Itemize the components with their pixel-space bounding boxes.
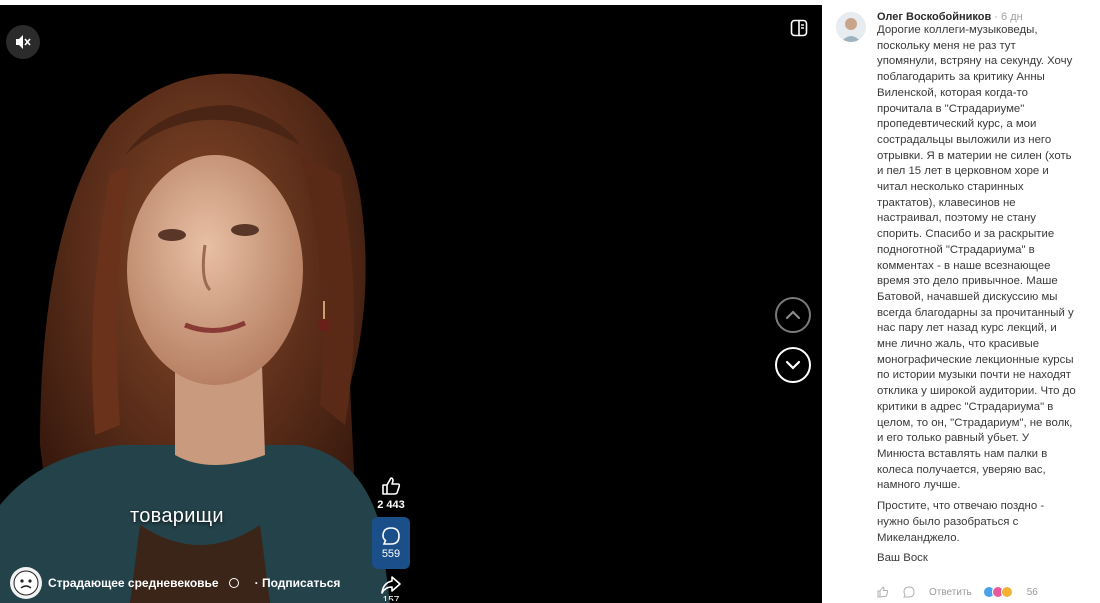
thumbs-up-icon xyxy=(382,477,401,495)
video-frame xyxy=(0,5,822,603)
layout-toggle-button[interactable] xyxy=(788,17,810,39)
comment-header: Олег Воскобойников · 6 дн xyxy=(877,11,1023,23)
next-video-button[interactable] xyxy=(775,347,811,383)
video-actions: 2 443 559 157 xyxy=(371,475,411,601)
channel-name[interactable]: Страдающее средневековье xyxy=(48,576,219,590)
likes-count: 2 443 xyxy=(377,499,405,511)
comment-signature: Ваш Воск xyxy=(877,552,928,565)
reactions-count: 56 xyxy=(1026,586,1038,598)
comment-footer: Ответить 56 xyxy=(877,586,1038,598)
mute-button[interactable] xyxy=(6,25,40,59)
avatar[interactable] xyxy=(836,12,866,42)
comment-author[interactable]: Олег Воскобойников xyxy=(877,11,991,23)
channel-avatar[interactable] xyxy=(10,567,42,599)
reply-link[interactable]: Ответить xyxy=(929,587,972,598)
comments-panel: Олег Воскобойников · 6 дн Дорогие коллег… xyxy=(822,0,1100,603)
chevron-up-icon xyxy=(785,310,801,320)
comment-paragraph: Простите, что отвечаю поздно - нужно был… xyxy=(877,500,1045,544)
shares-count: 157 xyxy=(382,595,400,601)
like-button[interactable]: 2 443 xyxy=(377,475,405,511)
share-arrow-icon xyxy=(381,576,401,594)
speech-bubble-icon xyxy=(382,527,400,545)
video-subtitle: товарищи xyxy=(130,505,224,527)
subscribe-button[interactable]: · Подписаться xyxy=(255,576,341,590)
video-player[interactable]: товарищи Страдающее средневековье · Подп… xyxy=(0,5,822,603)
channel-info: Страдающее средневековье · Подписаться xyxy=(10,567,340,599)
comment-time: · 6 дн xyxy=(991,11,1023,23)
reply-bubble-icon[interactable] xyxy=(903,586,915,598)
reactions-stack[interactable] xyxy=(982,586,1013,598)
channel-logo-icon xyxy=(13,570,39,596)
user-avatar-icon xyxy=(836,12,866,42)
panel-toggle-icon xyxy=(790,19,808,37)
app-root: товарищи Страдающее средневековье · Подп… xyxy=(0,0,1100,603)
like-outline-icon[interactable] xyxy=(877,586,889,598)
comments-count: 559 xyxy=(381,548,401,560)
comment-paragraph: Дорогие коллеги-музыковеды, поскольку ме… xyxy=(877,24,1076,492)
chevron-down-icon xyxy=(785,360,801,370)
comments-button[interactable]: 559 xyxy=(372,517,410,569)
speaker-muted-icon xyxy=(16,35,31,49)
previous-video-button[interactable] xyxy=(775,297,811,333)
share-button[interactable]: 157 xyxy=(380,575,402,601)
comment-body: Дорогие коллеги-музыковеды, поскольку ме… xyxy=(877,23,1077,572)
reaction-fire-icon xyxy=(1000,586,1013,598)
verified-icon xyxy=(228,578,239,588)
